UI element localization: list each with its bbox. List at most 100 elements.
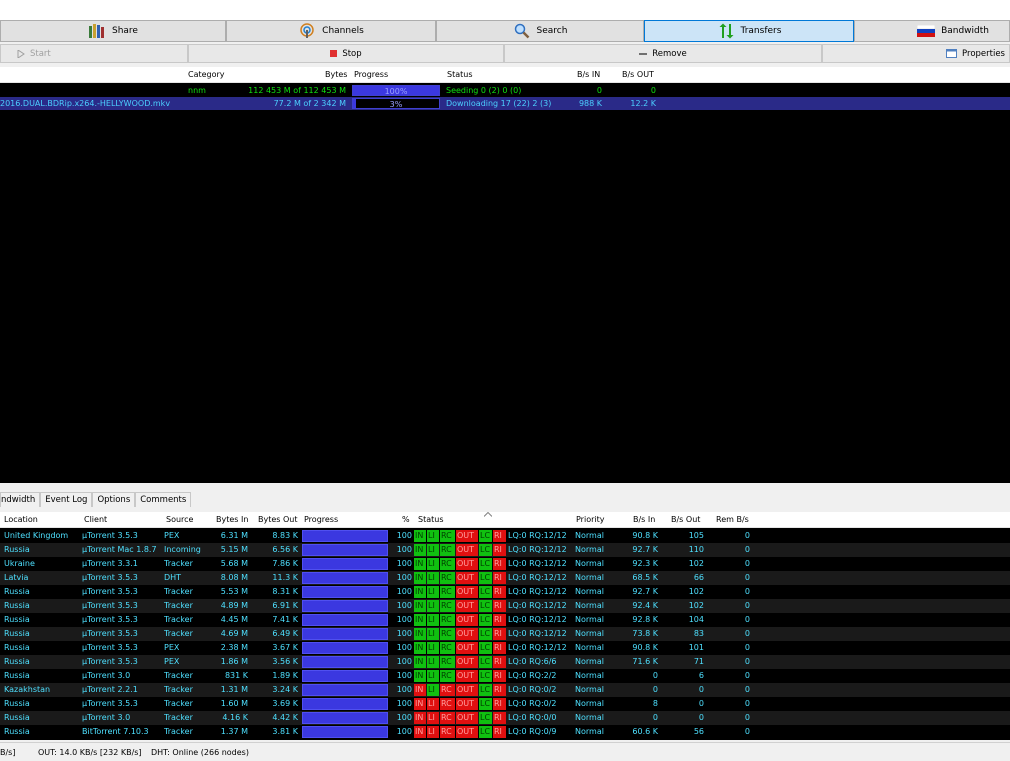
col-progress[interactable]: Progress bbox=[304, 515, 338, 524]
transfer-bs-out: 0 bbox=[650, 86, 656, 95]
tab-bandwidth[interactable]: Bandwidth bbox=[854, 20, 1010, 42]
peer-pct: 100 bbox=[396, 573, 412, 582]
col-category[interactable]: Category bbox=[188, 70, 225, 79]
col-rem[interactable]: Rem B/s bbox=[716, 515, 749, 524]
tab-channels[interactable]: Channels bbox=[226, 20, 436, 42]
peer-rem: 0 bbox=[744, 587, 750, 596]
peer-row[interactable]: Russia µTorrent 3.5.3 PEX 1.86 M 3.56 K 100 LQ… bbox=[0, 655, 1010, 669]
peer-row[interactable]: Russia µTorrent 3.0 Tracker 4.16 K 4.42 K 100… bbox=[0, 711, 1010, 725]
remove-button[interactable]: Remove bbox=[504, 44, 822, 63]
peer-flag-out: OUT bbox=[456, 628, 478, 640]
tab-search[interactable]: Search bbox=[436, 20, 644, 42]
col-bytes-in[interactable]: Bytes In bbox=[216, 515, 248, 524]
peer-bytes-in: 5.53 M bbox=[220, 587, 248, 596]
col-source[interactable]: Source bbox=[166, 515, 193, 524]
col-bs-out[interactable]: B/s Out bbox=[671, 515, 700, 524]
peer-row[interactable]: Russia µTorrent 3.5.3 Tracker 1.60 M 3.69 K 1… bbox=[0, 697, 1010, 711]
start-button[interactable]: Start bbox=[0, 44, 188, 63]
transfer-bytes: 112 453 M of 112 453 M bbox=[248, 86, 346, 95]
col-location[interactable]: Location bbox=[4, 515, 38, 524]
peer-row[interactable]: Kazakhstan µTorrent 2.2.1 Tracker 1.31 M 3.2… bbox=[0, 683, 1010, 697]
peer-client: µTorrent 3.5.3 bbox=[82, 573, 138, 582]
peer-flag-lc: LC bbox=[479, 544, 492, 556]
col-status[interactable]: Status bbox=[447, 70, 473, 79]
peer-row[interactable]: Russia BitTorrent 7.10.3 Tracker 1.37 M 3.81… bbox=[0, 725, 1010, 739]
peer-row[interactable]: Russia µTorrent 3.5.3 Tracker 4.45 M 7.41 K 1… bbox=[0, 613, 1010, 627]
peer-source: Tracker bbox=[164, 713, 193, 722]
peer-row[interactable]: Russia µTorrent Mac 1.8.7 Incoming 5.15 M 6.… bbox=[0, 543, 1010, 557]
peer-rem: 0 bbox=[744, 545, 750, 554]
peer-client: µTorrent 3.5.3 bbox=[82, 615, 138, 624]
peer-flag-in: IN bbox=[414, 670, 426, 682]
peer-flag-lc: LC bbox=[479, 614, 492, 626]
peer-lq: LQ:0 RQ:12/12 bbox=[508, 531, 567, 540]
peer-location: Russia bbox=[4, 657, 30, 666]
tab-bandwidth-detail[interactable]: ndwidth bbox=[0, 492, 41, 507]
peer-flag-lc: LC bbox=[479, 586, 492, 598]
col-bs-in[interactable]: B/s IN bbox=[577, 70, 600, 79]
peer-flag-rc: RC bbox=[440, 670, 455, 682]
transfers-list[interactable]: nnm 112 453 M of 112 453 M 100% Seeding … bbox=[0, 83, 1010, 483]
peer-location: Russia bbox=[4, 713, 30, 722]
properties-button[interactable]: Properties bbox=[822, 44, 1010, 63]
peer-client: µTorrent 3.0 bbox=[82, 671, 131, 680]
books-icon bbox=[88, 23, 106, 39]
tab-comments[interactable]: Comments bbox=[135, 492, 192, 507]
stop-button[interactable]: Stop bbox=[188, 44, 504, 63]
transfer-category: nnm bbox=[188, 86, 206, 95]
col-bs-out[interactable]: B/s OUT bbox=[622, 70, 654, 79]
peer-bytes-out: 11.3 K bbox=[272, 573, 298, 582]
peer-location: Russia bbox=[4, 601, 30, 610]
peer-bs-in: 92.7 K bbox=[632, 545, 658, 554]
col-progress[interactable]: Progress bbox=[354, 70, 388, 79]
pane-splitter[interactable] bbox=[0, 483, 1010, 491]
peer-priority: Normal bbox=[575, 545, 604, 554]
peer-row[interactable]: Ukraine µTorrent 3.3.1 Tracker 5.68 M 7.86 K… bbox=[0, 557, 1010, 571]
peer-row[interactable]: Russia µTorrent 3.0 Tracker 831 K 1.89 K 100 L… bbox=[0, 669, 1010, 683]
peer-flag-li: LI bbox=[427, 530, 439, 542]
tab-options[interactable]: Options bbox=[92, 492, 136, 507]
peer-bs-out: 66 bbox=[693, 573, 704, 582]
peer-row[interactable]: Russia µTorrent 3.5.3 PEX 2.38 M 3.67 K 100 LQ… bbox=[0, 641, 1010, 655]
peer-rem: 0 bbox=[744, 615, 750, 624]
peer-bytes-out: 4.42 K bbox=[272, 713, 298, 722]
peer-priority: Normal bbox=[575, 559, 604, 568]
peer-source: Tracker bbox=[164, 727, 193, 736]
peer-lq: LQ:0 RQ:12/12 bbox=[508, 573, 567, 582]
col-client[interactable]: Client bbox=[84, 515, 107, 524]
tab-transfers[interactable]: Transfers bbox=[644, 20, 854, 42]
tab-share[interactable]: Share bbox=[0, 20, 226, 42]
transfer-row[interactable]: nnm 112 453 M of 112 453 M 100% Seeding … bbox=[0, 84, 1010, 97]
col-bs-in[interactable]: B/s In bbox=[633, 515, 655, 524]
stop-icon bbox=[330, 50, 338, 57]
col-status[interactable]: Status bbox=[418, 515, 444, 524]
peer-rem: 0 bbox=[744, 699, 750, 708]
details-tabs: ndwidth Event Log Options Comments bbox=[0, 492, 192, 507]
peer-pct: 100 bbox=[396, 643, 412, 652]
peer-progress-bar bbox=[302, 642, 388, 654]
peer-rem: 0 bbox=[744, 559, 750, 568]
peer-bs-in: 0 bbox=[652, 671, 658, 680]
peer-row[interactable]: Russia µTorrent 3.5.3 Tracker 4.69 M 6.49 K 1… bbox=[0, 627, 1010, 641]
peer-bytes-in: 4.89 M bbox=[220, 601, 248, 610]
transfer-row[interactable]: 2016.DUAL.BDRip.x264.-HELLYWOOD.mkv 77.2… bbox=[0, 97, 1010, 110]
peer-pct: 100 bbox=[396, 601, 412, 610]
peer-row[interactable]: Latvia µTorrent 3.5.3 DHT 8.08 M 11.3 K 100 LQ… bbox=[0, 571, 1010, 585]
peer-flag-ri: RI bbox=[493, 712, 506, 724]
peer-row[interactable]: Russia µTorrent 3.5.3 Tracker 5.53 M 8.31 K 1… bbox=[0, 585, 1010, 599]
peer-row[interactable]: Russia µTorrent 3.5.3 Tracker 4.89 M 6.91 K 1… bbox=[0, 599, 1010, 613]
peer-lq: LQ:0 RQ:0/9 bbox=[508, 727, 557, 736]
peer-flag-in: IN bbox=[414, 712, 426, 724]
peer-flag-in: IN bbox=[414, 600, 426, 612]
peer-flag-out: OUT bbox=[456, 656, 478, 668]
peer-row[interactable]: United Kingdom µTorrent 3.5.3 PEX 6.31 M 8.8… bbox=[0, 529, 1010, 543]
col-priority[interactable]: Priority bbox=[576, 515, 604, 524]
col-bytes[interactable]: Bytes bbox=[325, 70, 347, 79]
peers-list[interactable]: United Kingdom µTorrent 3.5.3 PEX 6.31 M 8.8… bbox=[0, 528, 1010, 740]
peer-rem: 0 bbox=[744, 671, 750, 680]
tab-event-log[interactable]: Event Log bbox=[40, 492, 93, 507]
transfer-bytes: 77.2 M of 2 342 M bbox=[273, 99, 346, 108]
peer-flag-out: OUT bbox=[456, 698, 478, 710]
col-percent[interactable]: % bbox=[402, 515, 410, 524]
col-bytes-out[interactable]: Bytes Out bbox=[258, 515, 298, 524]
